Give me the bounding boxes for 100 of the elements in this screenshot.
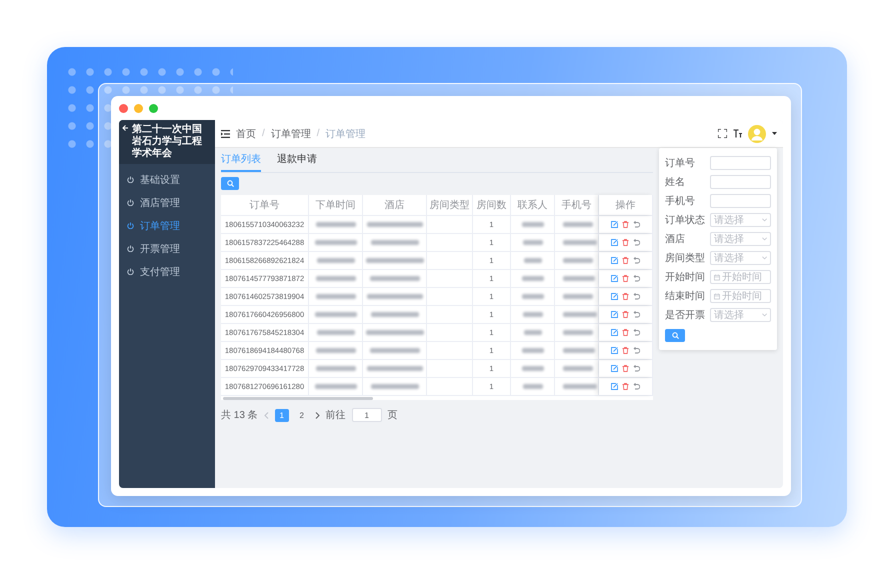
back-arrow-icon[interactable]	[122, 124, 129, 132]
select-field[interactable]: 请选择	[710, 232, 771, 246]
font-size-icon[interactable]	[733, 129, 742, 138]
delete-icon[interactable]	[622, 347, 629, 354]
breadcrumb-separator: /	[262, 128, 265, 139]
sidebar-item[interactable]: 基础设置	[119, 168, 215, 191]
minimize-window-button[interactable]	[134, 104, 143, 112]
date-field[interactable]: 开始时间	[710, 270, 771, 284]
breadcrumb-item: 订单管理	[326, 128, 366, 140]
redacted-text	[366, 258, 424, 263]
redacted-text	[370, 348, 420, 353]
edit-icon[interactable]	[611, 275, 618, 282]
edit-icon[interactable]	[611, 293, 618, 300]
redacted-text	[366, 366, 422, 371]
redacted-text	[316, 366, 356, 371]
fold-menu-icon[interactable]	[221, 130, 230, 138]
undo-icon[interactable]	[633, 329, 640, 336]
edit-icon[interactable]	[611, 383, 618, 390]
delete-icon[interactable]	[622, 293, 629, 300]
fullscreen-icon[interactable]	[718, 129, 727, 138]
edit-icon[interactable]	[611, 257, 618, 264]
edit-icon[interactable]	[611, 311, 618, 318]
field-label: 结束时间	[665, 290, 706, 303]
sidebar-item[interactable]: 开票管理	[119, 237, 215, 260]
delete-icon[interactable]	[622, 257, 629, 264]
chevron-down-icon	[762, 237, 767, 241]
calendar-icon	[714, 292, 720, 300]
edit-icon[interactable]	[611, 329, 618, 336]
sidebar-item[interactable]: 酒店管理	[119, 191, 215, 214]
delete-icon[interactable]	[622, 311, 629, 318]
next-page-icon[interactable]	[314, 412, 320, 418]
redacted-text	[524, 258, 542, 263]
power-icon	[127, 222, 134, 229]
delete-icon[interactable]	[622, 329, 629, 336]
field-label: 订单号	[665, 156, 696, 170]
search-button[interactable]	[221, 177, 239, 190]
delete-icon[interactable]	[622, 383, 629, 390]
undo-icon[interactable]	[633, 221, 640, 228]
chevron-down-icon	[762, 218, 767, 222]
redacted-text	[370, 276, 420, 281]
undo-icon[interactable]	[633, 347, 640, 354]
search-icon	[226, 180, 234, 187]
close-window-button[interactable]	[119, 104, 128, 112]
undo-icon[interactable]	[633, 365, 640, 372]
redacted-text	[316, 276, 356, 281]
edit-icon[interactable]	[611, 239, 618, 246]
breadcrumb-item[interactable]: 订单管理	[270, 126, 311, 140]
redacted-text	[522, 294, 544, 299]
redacted-text	[366, 330, 424, 335]
redacted-text	[522, 240, 542, 245]
undo-icon[interactable]	[633, 275, 640, 282]
undo-icon[interactable]	[633, 311, 640, 318]
undo-icon[interactable]	[633, 383, 640, 390]
field-label: 开始时间	[665, 270, 706, 284]
scrollbar[interactable]	[223, 397, 373, 400]
caret-icon[interactable]	[772, 132, 777, 135]
delete-icon[interactable]	[622, 365, 629, 372]
select-field[interactable]: 请选择	[710, 308, 771, 322]
undo-icon[interactable]	[633, 257, 640, 264]
redacted-text	[314, 240, 356, 245]
page-suffix: 页	[388, 409, 398, 422]
redacted-text	[563, 366, 593, 371]
power-icon	[127, 245, 134, 252]
sidebar-item[interactable]: 订单管理	[119, 214, 215, 237]
redacted-text	[522, 348, 544, 353]
redacted-text	[563, 222, 593, 227]
sidebar-item[interactable]: 支付管理	[119, 260, 215, 283]
redacted-text	[370, 384, 418, 389]
delete-icon[interactable]	[622, 239, 629, 246]
page-input[interactable]: 1	[352, 408, 382, 422]
input-field[interactable]	[710, 194, 771, 208]
delete-icon[interactable]	[622, 275, 629, 282]
edit-icon[interactable]	[611, 347, 618, 354]
edit-icon[interactable]	[611, 221, 618, 228]
redacted-text	[316, 222, 356, 227]
redacted-text	[370, 312, 418, 317]
input-field[interactable]	[710, 156, 771, 170]
tab[interactable]: 退款申请	[277, 148, 317, 172]
breadcrumb-separator: /	[316, 128, 320, 139]
goto-label: 前往	[326, 408, 346, 422]
date-field[interactable]: 开始时间	[710, 289, 771, 303]
input-field[interactable]	[710, 175, 771, 189]
maximize-window-button[interactable]	[149, 104, 158, 112]
select-field[interactable]: 请选择	[710, 213, 771, 227]
edit-icon[interactable]	[611, 365, 618, 372]
field-label: 手机号	[665, 194, 696, 208]
delete-icon[interactable]	[622, 221, 629, 228]
table-header-cell: 酒店	[363, 195, 427, 215]
redacted-text	[563, 312, 597, 317]
select-field[interactable]: 请选择	[710, 251, 771, 265]
page-button[interactable]: 2	[294, 408, 309, 422]
table-header-cell: 房间类型	[427, 195, 473, 215]
power-icon	[127, 199, 134, 206]
redacted-text	[563, 294, 593, 299]
undo-icon[interactable]	[633, 239, 640, 246]
previous-page-icon[interactable]	[264, 412, 269, 418]
search-button[interactable]	[665, 329, 685, 342]
redacted-text	[563, 384, 597, 389]
undo-icon[interactable]	[633, 293, 640, 300]
breadcrumb-item[interactable]: 首页	[236, 126, 256, 140]
